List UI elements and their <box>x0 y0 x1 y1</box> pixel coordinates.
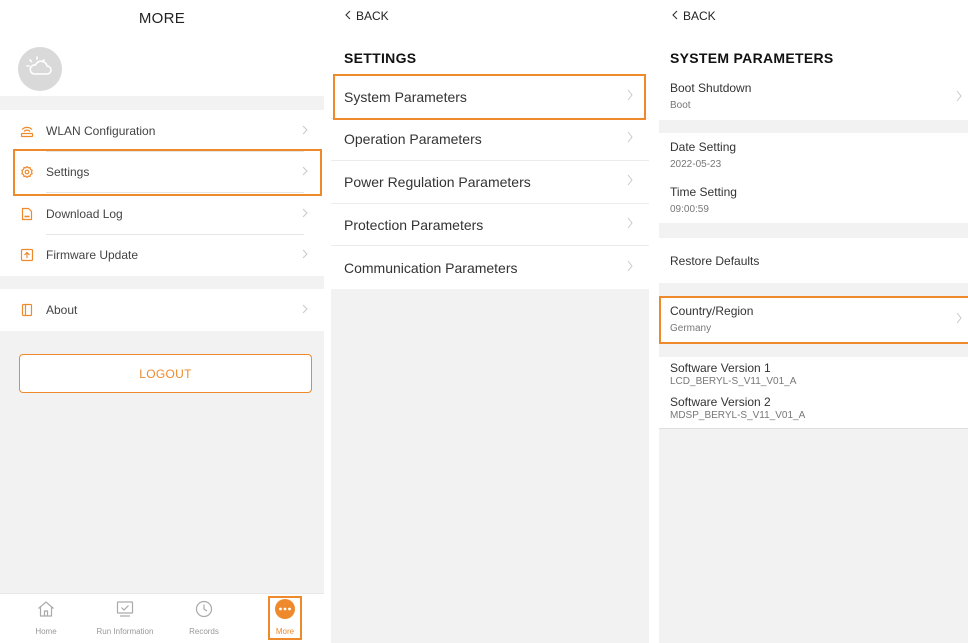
menu-item-download-log[interactable]: Download Log <box>0 193 324 235</box>
settings-item-label: Power Regulation Parameters <box>344 173 531 190</box>
nav-item-home[interactable]: Home <box>11 597 81 636</box>
row-value: 09:00:59 <box>670 204 709 215</box>
nav-label: More <box>275 627 295 636</box>
back-button[interactable]: BACK <box>345 9 389 23</box>
bottom-nav: Home Run Information Records More <box>0 593 324 643</box>
settings-item-protection-parameters[interactable]: Protection Parameters <box>331 204 649 247</box>
menu-item-label: Download Log <box>46 206 123 221</box>
system-parameters-screen: BACK SYSTEM PARAMETERS Boot Shutdown Boo… <box>659 0 968 643</box>
wifi-router-icon <box>20 124 34 138</box>
menu-item-about[interactable]: About <box>0 289 324 331</box>
nav-label: Records <box>189 627 219 636</box>
settings-screen: BACK SETTINGS System Parameters Operatio… <box>331 0 649 643</box>
settings-item-label: Operation Parameters <box>344 131 482 148</box>
nav-label: Run Information <box>96 627 154 636</box>
date-setting-row[interactable]: Date Setting 2022-05-23 <box>659 133 968 178</box>
info-panel-icon <box>20 303 34 317</box>
row-title: Boot Shutdown <box>670 81 752 95</box>
software-version-2-row: Software Version 2 MDSP_BERYL-S_V11_V01_… <box>659 391 968 427</box>
boot-shutdown-row[interactable]: Boot Shutdown Boot <box>659 76 968 120</box>
menu-item-firmware-update[interactable]: Firmware Update <box>0 235 324 277</box>
row-title: Country/Region <box>670 304 754 318</box>
nav-item-run-information[interactable]: Run Information <box>90 597 160 636</box>
row-title: Software Version 2 <box>670 395 771 409</box>
back-button[interactable]: BACK <box>672 9 716 23</box>
page-title: SETTINGS <box>344 50 417 66</box>
row-value: Germany <box>670 323 712 334</box>
chevron-right-icon <box>956 311 962 329</box>
chevron-right-icon <box>302 301 308 319</box>
row-title: Restore Defaults <box>670 253 760 268</box>
chevron-right-icon <box>627 216 633 234</box>
nav-label: Home <box>35 627 57 636</box>
about-group: About <box>0 289 324 331</box>
back-label: BACK <box>683 9 716 23</box>
chevron-right-icon <box>627 130 633 148</box>
row-title: Date Setting <box>670 140 737 154</box>
settings-item-system-parameters[interactable]: System Parameters <box>331 76 649 119</box>
monitor-check-icon <box>90 597 160 621</box>
chevron-right-icon <box>302 246 308 264</box>
clock-icon <box>169 597 239 621</box>
more-header: MORE <box>0 0 324 96</box>
log-file-icon <box>20 207 34 221</box>
settings-list: System Parameters Operation Parameters P… <box>331 76 649 289</box>
settings-item-label: Protection Parameters <box>344 216 484 233</box>
menu-item-wlan-configuration[interactable]: WLAN Configuration <box>0 110 324 152</box>
settings-header: BACK SETTINGS <box>331 0 649 76</box>
settings-item-communication-parameters[interactable]: Communication Parameters <box>331 246 649 289</box>
chevron-right-icon <box>302 163 308 181</box>
date-time-group: Date Setting 2022-05-23 Time Setting 09:… <box>659 133 968 223</box>
chevron-right-icon <box>627 259 633 277</box>
home-icon <box>11 597 81 621</box>
chevron-left-icon <box>345 9 351 23</box>
chevron-right-icon <box>627 88 633 106</box>
country-region-row[interactable]: Country/Region Germany <box>659 297 968 343</box>
country-region-group: Country/Region Germany <box>659 297 968 343</box>
system-parameters-header: BACK SYSTEM PARAMETERS <box>659 0 968 76</box>
gear-icon <box>20 165 34 179</box>
menu-item-settings[interactable]: Settings <box>0 152 324 193</box>
row-value: LCD_BERYL-S_V11_V01_A <box>670 376 797 387</box>
menu-item-label: About <box>46 302 78 317</box>
upload-icon <box>20 248 34 262</box>
row-title: Software Version 1 <box>670 361 771 375</box>
settings-item-operation-parameters[interactable]: Operation Parameters <box>331 119 649 162</box>
boot-shutdown-group: Boot Shutdown Boot <box>659 76 968 120</box>
chevron-right-icon <box>302 205 308 223</box>
more-menu: WLAN Configuration Settings Download Log… <box>0 110 324 276</box>
settings-item-power-regulation-parameters[interactable]: Power Regulation Parameters <box>331 161 649 204</box>
back-label: BACK <box>356 9 389 23</box>
row-value: 2022-05-23 <box>670 159 722 170</box>
menu-item-label: Settings <box>46 165 90 180</box>
chevron-right-icon <box>302 122 308 140</box>
page-title: SYSTEM PARAMETERS <box>670 50 834 66</box>
avatar[interactable] <box>18 47 62 91</box>
settings-item-label: Communication Parameters <box>344 259 518 276</box>
restore-defaults-group: Restore Defaults <box>659 238 968 283</box>
row-title: Time Setting <box>670 185 737 199</box>
nav-item-more[interactable]: More <box>250 597 320 636</box>
more-screen: MORE WLAN Configuration Settings Downloa… <box>0 0 324 643</box>
software-version-1-row: Software Version 1 LCD_BERYL-S_V11_V01_A <box>659 357 968 391</box>
logout-button[interactable]: LOGOUT <box>19 354 312 393</box>
chevron-right-icon <box>627 173 633 191</box>
software-version-group: Software Version 1 LCD_BERYL-S_V11_V01_A… <box>659 357 968 429</box>
menu-item-label: Firmware Update <box>46 248 139 263</box>
row-value: Boot <box>670 100 691 111</box>
chevron-right-icon <box>956 89 962 107</box>
menu-item-label: WLAN Configuration <box>46 123 156 138</box>
row-value: MDSP_BERYL-S_V11_V01_A <box>670 410 806 421</box>
chevron-left-icon <box>672 9 678 23</box>
cloud-sun-icon <box>25 55 55 84</box>
more-dots-icon <box>250 597 320 621</box>
time-setting-row[interactable]: Time Setting 09:00:59 <box>659 178 968 223</box>
nav-item-records[interactable]: Records <box>169 597 239 636</box>
page-title: MORE <box>138 10 186 27</box>
settings-item-label: System Parameters <box>344 88 467 105</box>
restore-defaults-row[interactable]: Restore Defaults <box>659 238 968 283</box>
